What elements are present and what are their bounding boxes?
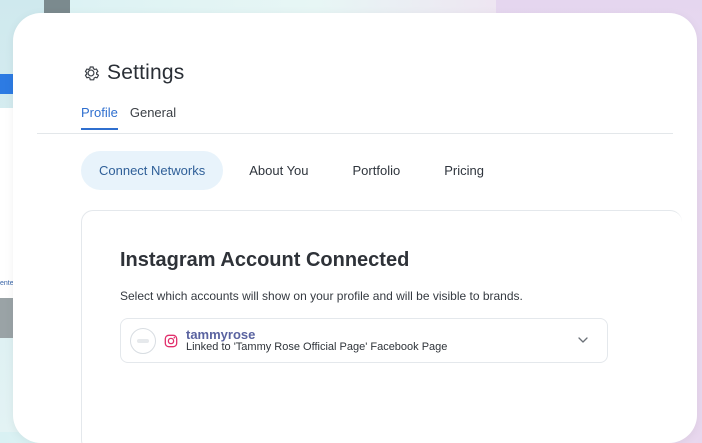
profile-subtabs: Connect Networks About You Portfolio Pri… xyxy=(81,151,502,190)
account-info: tammyrose Linked to 'Tammy Rose Official… xyxy=(186,328,447,354)
account-username: tammyrose xyxy=(186,326,256,342)
panel-title: Instagram Account Connected xyxy=(120,249,410,271)
avatar-placeholder xyxy=(137,338,149,343)
instagram-icon xyxy=(164,334,178,347)
account-linked-text: Linked to 'Tammy Rose Official Page' Fac… xyxy=(186,340,448,353)
page-title: Settings xyxy=(107,61,185,84)
background-fragment-text: ente xyxy=(0,280,14,287)
settings-card: Settings Profile General Connect Network… xyxy=(13,13,697,443)
page-header: Settings xyxy=(81,61,184,85)
tab-general[interactable]: General xyxy=(130,105,176,130)
settings-content: Settings Profile General Connect Network… xyxy=(37,33,682,443)
tab-profile[interactable]: Profile xyxy=(81,105,118,130)
account-select[interactable]: tammyrose Linked to 'Tammy Rose Official… xyxy=(120,318,608,363)
tabs-divider xyxy=(37,133,673,134)
gear-icon xyxy=(84,66,100,81)
settings-tabs: Profile General xyxy=(81,105,176,130)
connect-networks-panel: Instagram Account Connected Select which… xyxy=(81,210,682,443)
subtab-portfolio[interactable]: Portfolio xyxy=(335,151,419,190)
panel-subtitle: Select which accounts will show on your … xyxy=(120,289,523,303)
chevron-down-icon[interactable] xyxy=(577,334,589,346)
subtab-pricing[interactable]: Pricing xyxy=(426,151,502,190)
background-blue-tile xyxy=(0,74,13,94)
subtab-about-you[interactable]: About You xyxy=(231,151,326,190)
avatar xyxy=(130,327,156,354)
subtab-connect-networks[interactable]: Connect Networks xyxy=(81,151,224,190)
